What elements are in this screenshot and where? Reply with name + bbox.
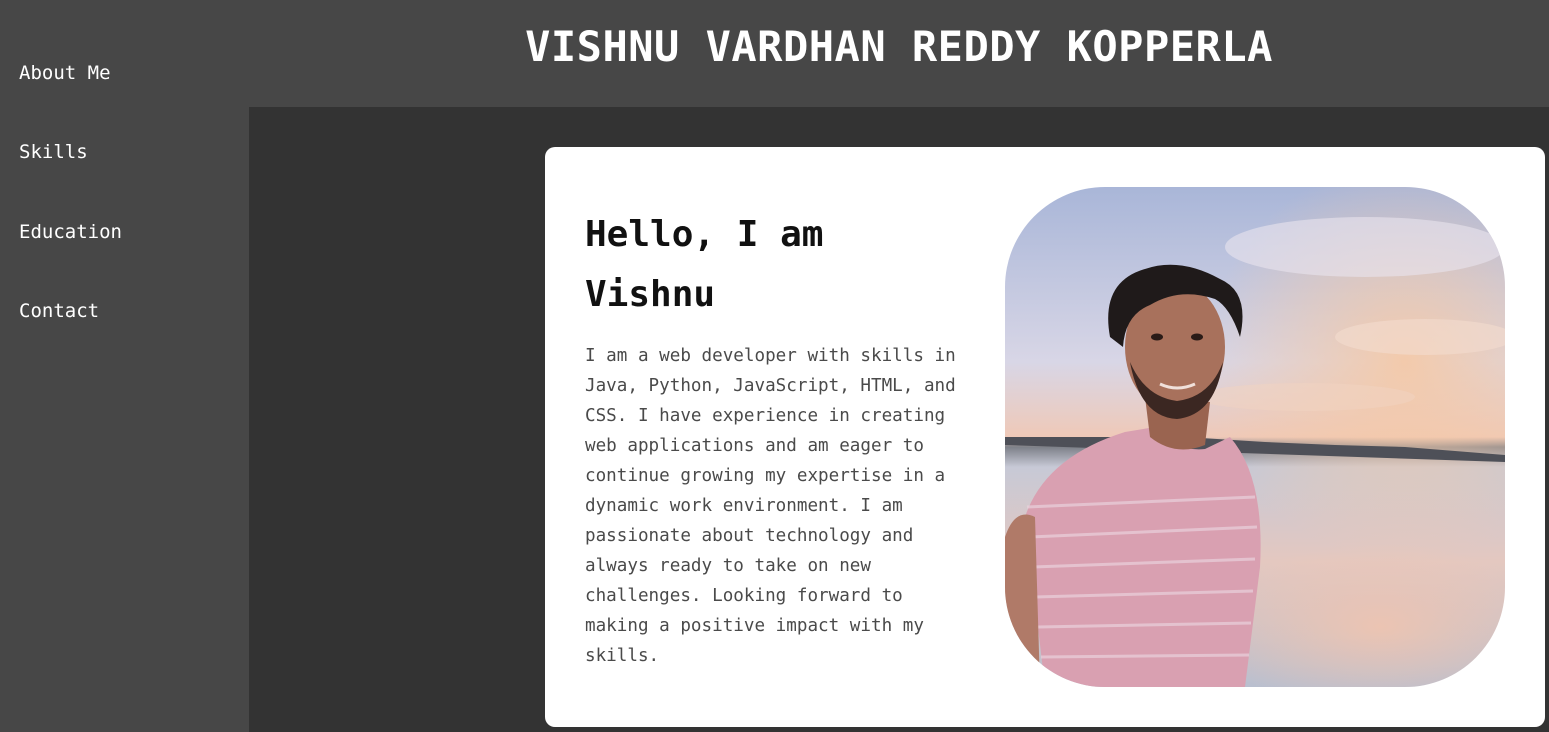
sidebar-item-contact[interactable]: Contact bbox=[19, 299, 99, 323]
greeting-heading: Hello, I am Vishnu bbox=[585, 214, 824, 315]
sidebar-item-education[interactable]: Education bbox=[19, 220, 122, 244]
bio-text: I am a web developer with skills in Java… bbox=[585, 346, 956, 666]
profile-photo bbox=[1005, 187, 1505, 687]
sidebar-item-about-me[interactable]: About Me bbox=[19, 61, 111, 85]
about-card: Hello, I am Vishnu I am a web developer … bbox=[545, 147, 1545, 727]
sidebar-item-skills[interactable]: Skills bbox=[19, 140, 88, 164]
site-title: VISHNU VARDHAN REDDY KOPPERLA bbox=[525, 22, 1273, 71]
sidebar: About Me Skills Education Contact bbox=[0, 0, 249, 732]
